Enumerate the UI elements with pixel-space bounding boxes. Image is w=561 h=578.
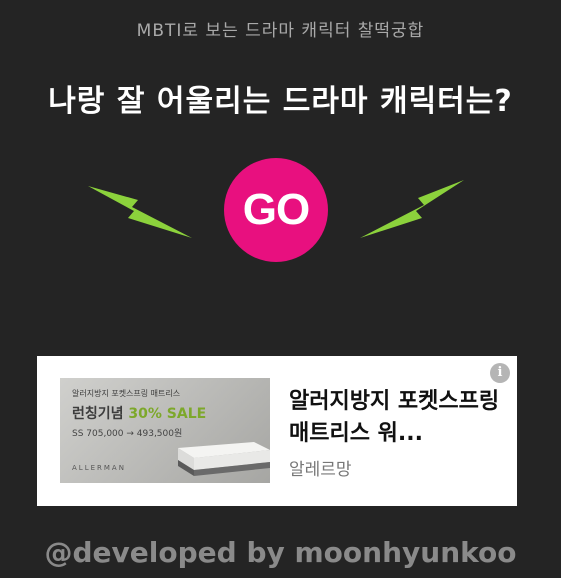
lightning-bolt-icon (360, 180, 464, 238)
developer-credit: @developed by moonhyunkoo (44, 536, 517, 569)
go-button[interactable]: GO (224, 158, 328, 262)
ad-image-promo-sale: 30% SALE (128, 406, 207, 422)
ad-image-caption: 알러지방지 포켓스프링 매트리스 (72, 389, 181, 398)
ad-image-promo: 런칭기념 30% SALE (72, 403, 206, 423)
page-title: 나랑 잘 어울리는 드라마 캐릭터는? (48, 84, 513, 119)
ad-image-price: SS 705,000 → 493,500원 (72, 429, 183, 439)
ad-image-brand: ALLERMAN (72, 464, 126, 472)
ad-banner[interactable]: i 알러지방지 포켓스프링 매트리스 런칭기념 30% SALE SS 705,… (37, 356, 517, 506)
ad-headline[interactable]: 알러지방지 포켓스프링 매트리스 워... (289, 386, 504, 450)
lightning-bolt-icon (88, 186, 192, 238)
ad-image-promo-prefix: 런칭기념 (72, 406, 124, 422)
page-subtitle: MBTI로 보는 드라마 캐릭터 찰떡궁합 (136, 21, 425, 41)
mattress-image (178, 442, 270, 476)
info-icon[interactable]: i (490, 363, 510, 383)
ad-advertiser: 알레르망 (289, 460, 352, 480)
ad-image[interactable]: 알러지방지 포켓스프링 매트리스 런칭기념 30% SALE SS 705,00… (60, 378, 270, 483)
